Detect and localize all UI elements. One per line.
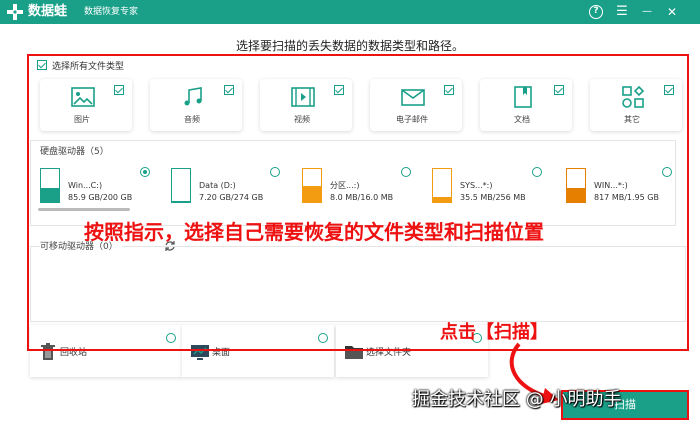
drive-icon (432, 168, 452, 203)
drive-size: 85.9 GB/200 GB (68, 193, 133, 202)
drive-item[interactable]: Win...C:) 85.9 GB/200 GB (32, 167, 152, 203)
drive-radio[interactable] (401, 167, 411, 177)
folder-icon (345, 346, 363, 359)
drive-name: Data (D:) (199, 181, 236, 190)
drive-usage-bar (433, 197, 451, 202)
drive-usage-bar (303, 185, 321, 202)
drive-radio[interactable] (270, 167, 280, 177)
drive-name: Win...C:) (68, 181, 103, 190)
app-brand: 数据蛙 (28, 4, 68, 19)
watermark: 掘金技术社区 @ 小明助手 (412, 389, 622, 410)
close-icon[interactable]: ✕ (662, 2, 682, 22)
file-type-image[interactable]: 图片 (40, 79, 132, 131)
drive-item[interactable]: WIN...*:) 817 MB/1.95 GB (558, 167, 678, 203)
location-recycle-bin[interactable]: 回收站 (30, 325, 182, 377)
app-subtitle: 数据恢复专家 (84, 7, 139, 17)
other-icon (622, 85, 645, 108)
file-type-checkbox[interactable] (334, 85, 344, 95)
drive-radio[interactable] (140, 167, 150, 177)
video-icon (291, 87, 315, 107)
select-all-checkbox[interactable]: 选择所有文件类型 (37, 60, 124, 73)
select-all-label: 选择所有文件类型 (52, 62, 125, 72)
file-type-email[interactable]: 电子邮件 (370, 79, 462, 131)
file-type-label: 其它 (624, 115, 640, 124)
desktop-icon (191, 345, 209, 360)
file-type-audio[interactable]: 音频 (150, 79, 242, 131)
file-type-label: 文档 (514, 115, 530, 124)
drive-item[interactable]: Data (D:) 7.20 GB/274 GB (163, 167, 283, 203)
checkbox-icon (37, 60, 47, 70)
drive-item[interactable]: SYS...*:) 35.5 MB/256 MB (424, 167, 544, 203)
drive-size: 817 MB/1.95 GB (594, 193, 659, 202)
recycle-bin-icon (41, 343, 55, 360)
document-icon (514, 86, 532, 108)
drive-name: 分区...:) (330, 181, 360, 190)
drive-radio[interactable] (662, 167, 672, 177)
drive-size: 8.0 MB/16.0 MB (330, 193, 394, 202)
menu-icon[interactable]: ☰ (612, 2, 632, 22)
file-type-checkbox[interactable] (554, 85, 564, 95)
location-radio[interactable] (166, 333, 176, 343)
title-bar: 数据蛙 数据恢复专家 ? ☰ — ✕ (0, 0, 700, 24)
mail-icon (401, 89, 425, 106)
file-type-label: 音频 (184, 115, 200, 124)
drive-size: 7.20 GB/274 GB (199, 193, 264, 202)
drive-name: WIN...*:) (594, 181, 628, 190)
location-label: 选择文件夹 (366, 348, 412, 358)
removable-drives-title: 可移动驱动器（0） (40, 241, 122, 253)
help-icon[interactable]: ? (586, 2, 606, 22)
file-type-label: 图片 (74, 115, 90, 124)
removable-drive-panel (30, 246, 686, 322)
file-type-checkbox[interactable] (444, 85, 454, 95)
file-type-checkbox[interactable] (664, 85, 674, 95)
file-type-label: 视频 (294, 115, 310, 124)
drive-icon (40, 168, 60, 203)
location-label: 桌面 (212, 348, 231, 358)
music-icon (184, 87, 202, 106)
file-type-checkbox[interactable] (224, 85, 234, 95)
minimize-icon[interactable]: — (637, 2, 657, 22)
drive-usage-bar (41, 187, 59, 202)
file-type-other[interactable]: 其它 (590, 79, 682, 131)
file-type-document[interactable]: 文档 (480, 79, 572, 131)
file-type-video[interactable]: 视频 (260, 79, 352, 131)
drive-icon (566, 168, 586, 203)
drive-radio[interactable] (532, 167, 542, 177)
hard-drives-title: 硬盘驱动器（5） (40, 147, 109, 157)
logo-icon (7, 4, 23, 20)
drive-item[interactable]: 分区...:) 8.0 MB/16.0 MB (294, 167, 414, 203)
page-heading: 选择要扫描的丢失数据的数据类型和路径。 (235, 39, 464, 53)
refresh-icon[interactable] (164, 240, 176, 252)
drive-usage-bar (567, 188, 585, 202)
location-radio[interactable] (318, 333, 328, 343)
drive-usage-bar (172, 201, 190, 202)
drive-icon (302, 168, 322, 203)
drive-name: SYS...*:) (460, 181, 493, 190)
drive-scrollbar[interactable] (38, 208, 130, 211)
image-icon (71, 87, 95, 107)
drive-icon (171, 168, 191, 203)
guide-annotation: 按照指示，选择自己需要恢复的文件类型和扫描位置 (84, 220, 544, 244)
location-desktop[interactable]: 桌面 (182, 325, 334, 377)
location-label: 回收站 (60, 348, 88, 358)
file-type-checkbox[interactable] (114, 85, 124, 95)
drive-size: 35.5 MB/256 MB (460, 193, 526, 202)
file-type-label: 电子邮件 (396, 115, 428, 124)
